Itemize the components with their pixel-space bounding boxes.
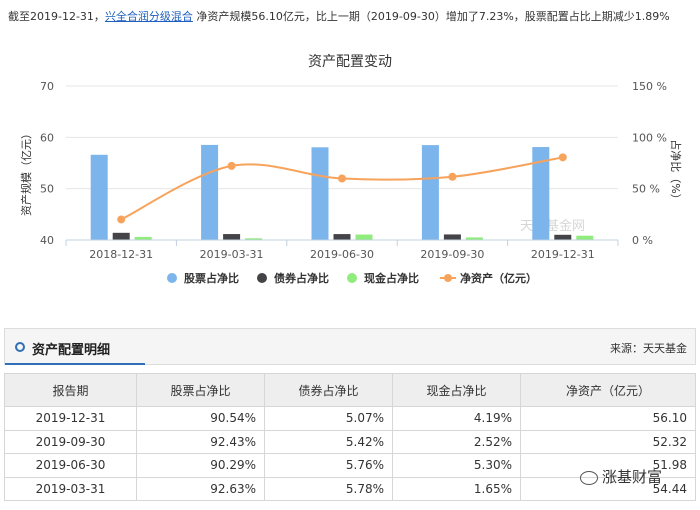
chart-watermark: 天天基金网	[520, 218, 585, 234]
net-asset-point	[558, 153, 567, 162]
detail-title: 资产配置明细	[32, 343, 111, 358]
x-tick-label: 2019-09-30	[420, 248, 484, 261]
bar-2	[554, 234, 572, 240]
legend-marker	[167, 273, 177, 283]
bar-3	[355, 234, 373, 240]
y-axis-right-label: 占净比（%）	[669, 139, 683, 204]
chart-title: 资产配置变动	[308, 54, 392, 70]
column-header: 股票占净比	[136, 373, 265, 407]
y-left-tick-label: 40	[40, 234, 54, 247]
legend-marker	[347, 273, 357, 283]
bar-1	[201, 144, 219, 240]
table-cell: 5.30%	[392, 453, 521, 478]
bar-3	[576, 235, 594, 240]
y-right-tick-label: 0 %	[632, 234, 653, 247]
table-cell: 52.32	[520, 429, 696, 454]
table-cell: 90.29%	[136, 453, 265, 478]
table-cell: 90.54%	[136, 406, 265, 431]
y-left-tick-label: 70	[40, 80, 54, 93]
y-left-tick-label: 50	[40, 183, 54, 196]
table-cell: 2.52%	[392, 429, 521, 454]
bar-1	[311, 147, 329, 240]
column-header: 债券占净比	[264, 373, 393, 407]
table-cell: 5.76%	[264, 453, 393, 478]
table-row: 2019-09-30 92.43% 5.42% 2.52% 52.32	[4, 429, 696, 454]
net-asset-point	[338, 174, 346, 183]
wechat-icon	[580, 470, 598, 485]
legend-label: 股票占净比	[184, 271, 239, 285]
detail-header: 资产配置明细 来源：天天基金	[4, 328, 696, 365]
bar-2	[223, 234, 241, 240]
bar-2	[443, 234, 461, 240]
net-asset-point	[448, 172, 457, 181]
fund-name-link[interactable]: 兴全合润分级混合	[105, 10, 193, 23]
legend-label: 净资产（亿元）	[460, 271, 537, 285]
x-tick-label: 2019-06-30	[310, 248, 374, 261]
table-cell: 2019-06-30	[4, 453, 137, 478]
column-header: 净资产（亿元）	[520, 373, 696, 407]
summary-prefix: 截至2019-12-31，	[8, 10, 105, 23]
summary-line: 截至2019-12-31，兴全合润分级混合 净资产规模56.10亿元，比上一期（…	[8, 8, 698, 24]
table-cell: 92.43%	[136, 429, 265, 454]
table-header-row: 报告期 股票占净比 债券占净比 现金占净比 净资产（亿元）	[4, 373, 696, 407]
y-axis-left-label: 资产规模（亿元）	[19, 128, 33, 216]
y-right-tick-label: 50 %	[632, 183, 660, 196]
table-cell: 2019-12-31	[4, 406, 137, 431]
legend-label: 现金占净比	[364, 271, 419, 285]
legend-label: 债券占净比	[274, 271, 329, 285]
net-asset-point	[117, 215, 126, 224]
bar-2	[333, 234, 351, 240]
detail-title-tab: 资产配置明细	[5, 329, 145, 365]
table-cell: 2019-09-30	[4, 429, 137, 454]
summary-text: 净资产规模56.10亿元，比上一期（2019-09-30）增加了7.23%，股票…	[192, 10, 670, 23]
table-cell: 5.42%	[264, 429, 393, 454]
column-header: 现金占净比	[392, 373, 521, 407]
x-tick-label: 2019-03-31	[200, 248, 264, 261]
y-left-tick-label: 60	[40, 131, 54, 144]
net-asset-point	[227, 161, 236, 170]
legend-marker	[257, 273, 267, 283]
table-cell: 4.19%	[392, 406, 521, 431]
legend-marker	[444, 274, 452, 282]
x-tick-label: 2019-12-31	[531, 248, 595, 261]
watermark-text: 涨基财富	[602, 468, 663, 486]
table-cell: 1.65%	[392, 476, 521, 501]
column-header: 报告期	[4, 373, 137, 407]
table-cell: 92.63%	[136, 476, 265, 501]
y-right-tick-label: 150 %	[632, 80, 667, 93]
bar-1	[421, 145, 439, 240]
bar-1	[90, 154, 108, 240]
table-row: 2019-12-31 90.54% 5.07% 4.19% 56.10	[4, 406, 696, 431]
table-cell: 2019-03-31	[4, 476, 137, 501]
table-cell: 56.10	[520, 406, 696, 431]
detail-source: 来源：天天基金	[610, 342, 687, 355]
table-cell: 5.78%	[264, 476, 393, 501]
circle-bullet-icon	[15, 342, 25, 352]
table-cell: 5.07%	[264, 406, 393, 431]
x-tick-label: 2018-12-31	[89, 248, 153, 261]
bar-2	[112, 232, 130, 240]
asset-allocation-chart: 资产配置变动 天天基金网 40 0 % 50 50 % 60 100 % 70 150 % 20…	[19, 54, 683, 285]
watermark: 涨基财富	[580, 466, 662, 487]
y-right-tick-label: 100 %	[632, 131, 667, 144]
